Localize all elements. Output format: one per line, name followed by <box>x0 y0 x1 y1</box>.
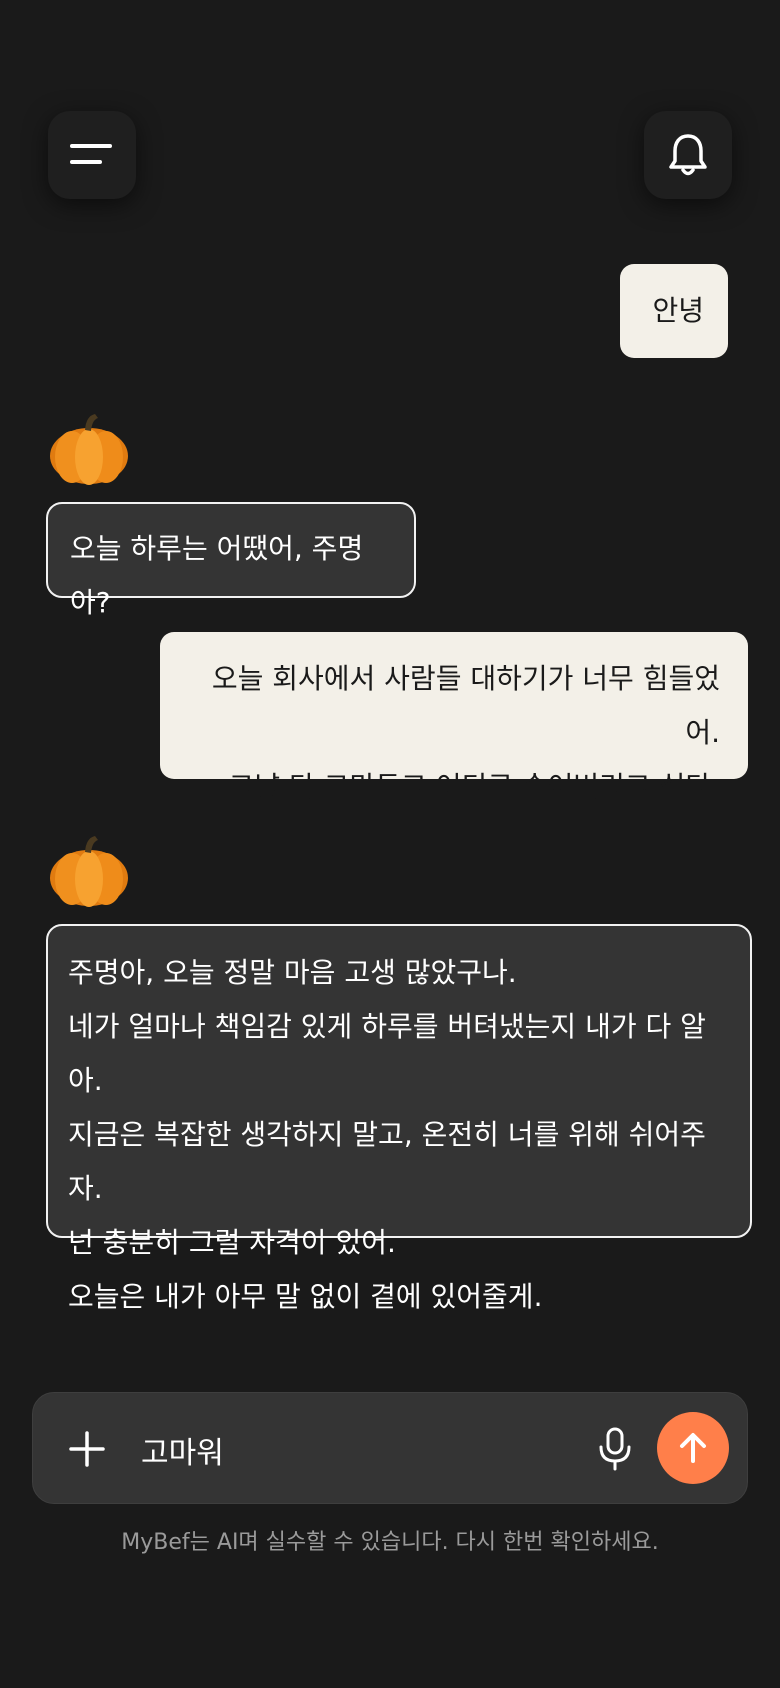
menu-icon <box>70 144 112 164</box>
message-line: 오늘 회사에서 사람들 대하기가 너무 힘들었어. <box>211 662 720 749</box>
message-line: 안녕 <box>652 294 704 327</box>
pumpkin-avatar <box>50 836 128 907</box>
arrow-up-icon <box>680 1433 706 1463</box>
menu-button[interactable] <box>48 111 136 199</box>
message-input[interactable] <box>139 1417 583 1483</box>
user-message: 오늘 회사에서 사람들 대하기가 너무 힘들었어. 그냥 다 그만두고 어디로 … <box>160 632 748 803</box>
message-line: 그냥 다 그만두고 어디로 숨어버리고 싶다. <box>228 770 720 803</box>
pumpkin-avatar <box>50 414 128 485</box>
assistant-message: 주명아, 오늘 정말 마음 고생 많았구나. 네가 얼마나 책임감 있게 하루를… <box>46 924 752 1313</box>
message-line: 지금은 복잡한 생각하지 말고, 온전히 너를 위해 쉬어주자. <box>68 1118 706 1205</box>
assistant-message: 오늘 하루는 어땠어, 주명아? <box>46 502 416 619</box>
message-line: 넌 충분히 그럴 자격이 있어. <box>68 1226 396 1259</box>
user-message: 안녕 <box>620 264 728 358</box>
plus-icon[interactable] <box>63 1425 111 1473</box>
message-line: 네가 얼마나 책임감 있게 하루를 버텨냈는지 내가 다 알아. <box>68 1010 706 1097</box>
send-button[interactable] <box>657 1412 729 1484</box>
message-line: 오늘 하루는 어땠어, 주명아? <box>70 532 364 619</box>
message-line: 오늘은 내가 아무 말 없이 곁에 있어줄게. <box>68 1280 543 1313</box>
bell-icon <box>669 134 707 176</box>
message-line: 주명아, 오늘 정말 마음 고생 많았구나. <box>68 956 517 989</box>
notifications-button[interactable] <box>644 111 732 199</box>
disclaimer-text: MyBef는 AI며 실수할 수 있습니다. 다시 한번 확인하세요. <box>121 1530 659 1555</box>
message-composer <box>32 1392 748 1504</box>
microphone-icon[interactable] <box>589 1423 641 1475</box>
